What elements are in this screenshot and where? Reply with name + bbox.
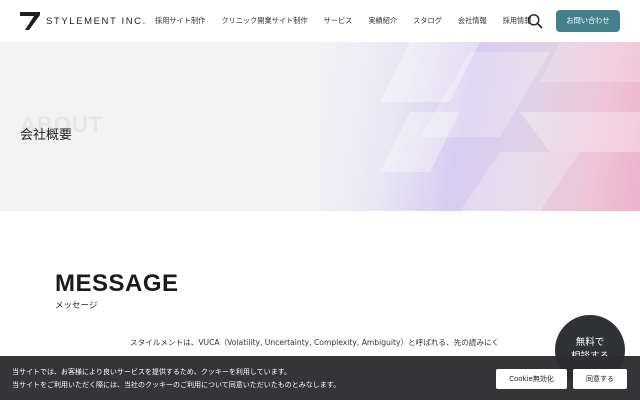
- site-header: STYLEMENT INC. 採用サイト制作 クリニック開業サイト制作 サービス…: [0, 0, 640, 42]
- hero-decoration: [380, 42, 640, 211]
- logo-text: STYLEMENT INC.: [46, 15, 147, 27]
- message-body-line: スタイルメントは、VUCA（Volatility, Uncertainty, C…: [130, 338, 500, 347]
- nav-item-blog[interactable]: スタログ: [413, 16, 442, 26]
- cookie-notice-line1: 当サイトでは、お客様により良いサービスを提供するため、クッキーを利用しています。: [12, 368, 291, 376]
- consult-label-line1: 無料で: [575, 337, 605, 348]
- nav-item-works[interactable]: 実績紹介: [368, 16, 397, 26]
- cookie-accept-button[interactable]: 同意する: [573, 369, 627, 389]
- nav-item-clinic-site[interactable]: クリニック開業サイト制作: [221, 16, 307, 26]
- cookie-disable-button[interactable]: Cookie無効化: [496, 369, 567, 389]
- hero-banner: ABOUT 会社概要: [0, 42, 640, 211]
- section-subtitle: メッセージ: [55, 301, 98, 311]
- contact-button[interactable]: お問い合わせ: [556, 10, 620, 32]
- cookie-notice-text: 当サイトでは、お客様により良いサービスを提供するため、クッキーを利用しています。…: [12, 366, 340, 392]
- nav-item-recruit-site[interactable]: 採用サイト制作: [155, 16, 205, 26]
- nav-item-company[interactable]: 会社情報: [458, 16, 487, 26]
- search-icon[interactable]: [527, 13, 543, 29]
- message-body-text: スタイルメントは、VUCA（Volatility, Uncertainty, C…: [130, 334, 520, 352]
- nav-item-services[interactable]: サービス: [324, 16, 353, 26]
- cookie-notice-line2: 当サイトをご利用いただく際には、当社のクッキーのご利用について同意いただいたもの…: [12, 381, 341, 389]
- logo[interactable]: STYLEMENT INC.: [20, 12, 147, 30]
- page-title: 会社概要: [20, 128, 73, 143]
- section-title: MESSAGE: [55, 270, 179, 297]
- logo-mark-icon: [20, 12, 40, 30]
- main-nav: 採用サイト制作 クリニック開業サイト制作 サービス 実績紹介 スタログ 会社情報…: [155, 16, 547, 26]
